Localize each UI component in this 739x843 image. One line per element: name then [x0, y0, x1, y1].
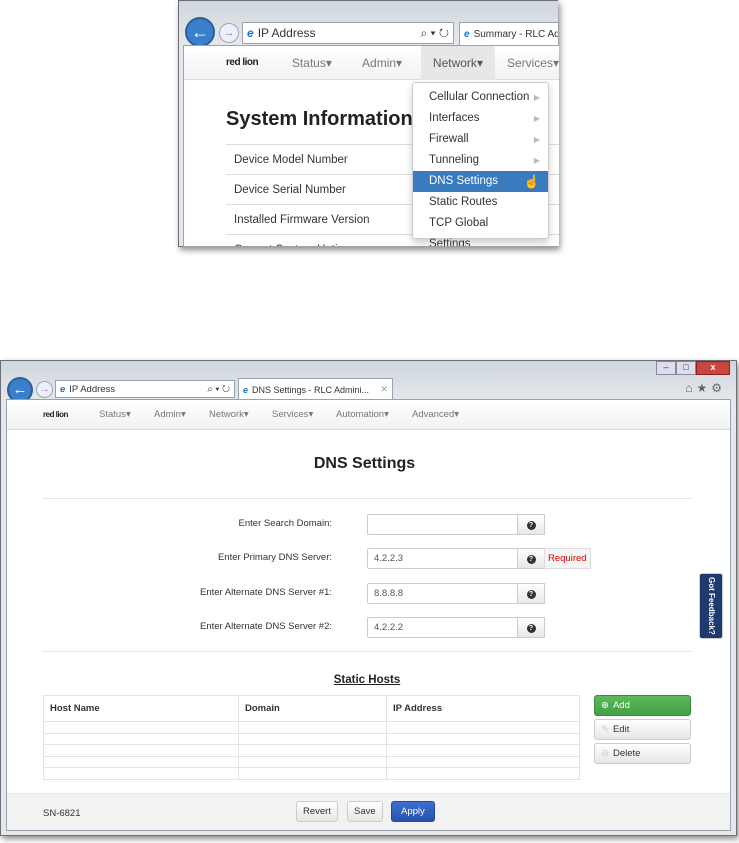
revert-button[interactable]: Revert	[296, 801, 338, 822]
add-button[interactable]: ⊕ Add	[594, 695, 691, 716]
feedback-tab[interactable]: Got Feedback?	[699, 573, 723, 639]
page-title: DNS Settings	[313, 455, 416, 472]
home-icon[interactable]: ⌂	[685, 381, 696, 395]
nav-services[interactable]: Services▾	[507, 56, 559, 70]
plus-circle-icon: ⊕	[601, 700, 609, 711]
table-row[interactable]	[43, 767, 580, 780]
red-lion-logo: red lion	[43, 410, 68, 419]
menu-item-interfaces[interactable]: Interfaces ▶	[413, 108, 548, 129]
red-lion-logo: red lion	[226, 57, 259, 68]
menu-item-firewall[interactable]: Firewall ▶	[413, 129, 548, 150]
edit-icon: ✎	[601, 724, 609, 735]
nav-network[interactable]: Network▾	[209, 409, 272, 420]
help-button[interactable]: ?	[517, 583, 545, 604]
question-icon: ?	[526, 555, 536, 564]
close-tab-icon[interactable]: ✕	[380, 384, 388, 395]
back-button[interactable]: ←	[185, 17, 215, 47]
menu-item-static-routes[interactable]: Static Routes	[413, 192, 548, 213]
column-host-name: Host Name	[43, 695, 239, 722]
divider	[42, 651, 692, 652]
column-domain: Domain	[238, 695, 387, 722]
search-domain-input[interactable]	[367, 514, 518, 535]
search-icon[interactable]: ⌕ ▾ ↻	[207, 384, 230, 395]
nav-network[interactable]: Network▾	[420, 46, 495, 80]
question-icon: ?	[526, 624, 536, 633]
gear-icon[interactable]: ⚙	[711, 381, 726, 395]
address-bar[interactable]: e IP Address ⌕ ▾ ↻	[242, 22, 454, 44]
alternate-dns-2-label: Enter Alternate DNS Server #2:	[199, 621, 332, 632]
navbar: red lion Status▾ Admin▾ Network▾ Service…	[7, 400, 730, 430]
primary-dns-label: Enter Primary DNS Server:	[217, 552, 332, 563]
tab-summary[interactable]: e Summary - RLC Ad	[459, 22, 559, 46]
forward-button[interactable]: →	[219, 23, 239, 43]
address-bar[interactable]: e IP Address ⌕ ▾ ↻	[55, 380, 235, 398]
tab-dns-settings[interactable]: e DNS Settings - RLC Admini... ✕	[238, 378, 393, 400]
page-heading: System Information	[226, 108, 413, 130]
nav-status[interactable]: Status▾	[99, 409, 154, 420]
ie-icon: e	[243, 384, 249, 395]
nav-status[interactable]: Status▾	[292, 56, 352, 70]
nav-admin[interactable]: Admin▾	[362, 56, 411, 70]
alternate-dns-1-input[interactable]: 8.8.8.8	[367, 583, 518, 604]
chevron-right-icon: ▶	[533, 93, 540, 102]
chevron-right-icon: ▶	[533, 114, 540, 123]
nav-admin[interactable]: Admin▾	[154, 409, 209, 420]
browser-window-bottom: – □ x ← → e IP Address ⌕ ▾ ↻ e DNS Settin…	[0, 360, 737, 836]
primary-dns-input[interactable]: 4.2.2.3	[367, 548, 518, 569]
menu-item-tcp-global-settings[interactable]: TCP Global Settings	[413, 213, 548, 246]
nav-automation[interactable]: Automation▾	[336, 409, 412, 420]
ie-icon: e	[464, 29, 470, 40]
menu-item-tunneling[interactable]: Tunneling ▶	[413, 150, 548, 171]
star-icon[interactable]: ★	[696, 381, 711, 395]
menu-item-dns-settings[interactable]: DNS Settings ☝	[413, 171, 548, 192]
alternate-dns-1-label: Enter Alternate DNS Server #1:	[199, 587, 332, 598]
close-button[interactable]: x	[696, 361, 730, 375]
table-row[interactable]	[43, 732, 580, 745]
alternate-dns-2-input[interactable]: 4.2.2.2	[367, 617, 518, 638]
column-ip-address: IP Address	[386, 695, 580, 722]
hand-cursor-icon: ☝	[523, 174, 540, 189]
serial-number: SN-6821	[43, 808, 81, 819]
forward-button[interactable]: →	[36, 381, 53, 398]
page: red lion Status▾ Admin▾ Network▾ Service…	[6, 399, 731, 831]
footer: SN-6821 Revert Save Apply	[7, 793, 730, 830]
table-row[interactable]	[43, 755, 580, 768]
table-row[interactable]	[43, 721, 580, 734]
window-controls: – □ x	[656, 361, 730, 375]
help-button[interactable]: ?	[517, 548, 545, 569]
chevron-right-icon: ▶	[533, 135, 540, 144]
navbar: red lion Status▾ Admin▾ Network▾ Service…	[184, 46, 559, 80]
required-badge: Required	[544, 548, 591, 569]
minus-circle-icon: ⊖	[601, 748, 609, 759]
toolbar-icons: ⌂★⚙	[685, 381, 726, 395]
maximize-button[interactable]: □	[676, 361, 696, 375]
nav-advanced[interactable]: Advanced▾	[412, 409, 459, 420]
nav-services[interactable]: Services▾	[272, 409, 336, 420]
help-button[interactable]: ?	[517, 617, 545, 638]
divider	[42, 498, 692, 499]
static-hosts-title: Static Hosts	[333, 674, 401, 686]
menu-item-cellular-connection[interactable]: Cellular Connection ▶	[413, 87, 548, 108]
ie-icon: e	[60, 383, 66, 395]
search-domain-label: Enter Search Domain:	[238, 518, 332, 529]
static-hosts-table: Host Name Domain IP Address	[43, 695, 580, 780]
search-icon[interactable]: ⌕ ▾ ↻	[420, 26, 449, 41]
help-button[interactable]: ?	[517, 514, 545, 535]
table-row[interactable]	[43, 744, 580, 757]
page: red lion Status▾ Admin▾ Network▾ Service…	[183, 45, 559, 247]
ie-icon: e	[247, 26, 254, 40]
delete-button[interactable]: ⊖ Delete	[594, 743, 691, 764]
network-dropdown-menu: Cellular Connection ▶ Interfaces ▶ Firewal…	[412, 82, 549, 246]
question-icon: ?	[526, 521, 536, 530]
save-button[interactable]: Save	[347, 801, 383, 822]
question-icon: ?	[526, 590, 536, 599]
apply-button[interactable]: Apply	[391, 801, 435, 822]
edit-button[interactable]: ✎ Edit	[594, 719, 691, 740]
browser-window-top: ← → e IP Address ⌕ ▾ ↻ e Summary - RLC Ad…	[178, 0, 559, 247]
minimize-button[interactable]: –	[656, 361, 676, 375]
chevron-right-icon: ▶	[533, 156, 540, 165]
